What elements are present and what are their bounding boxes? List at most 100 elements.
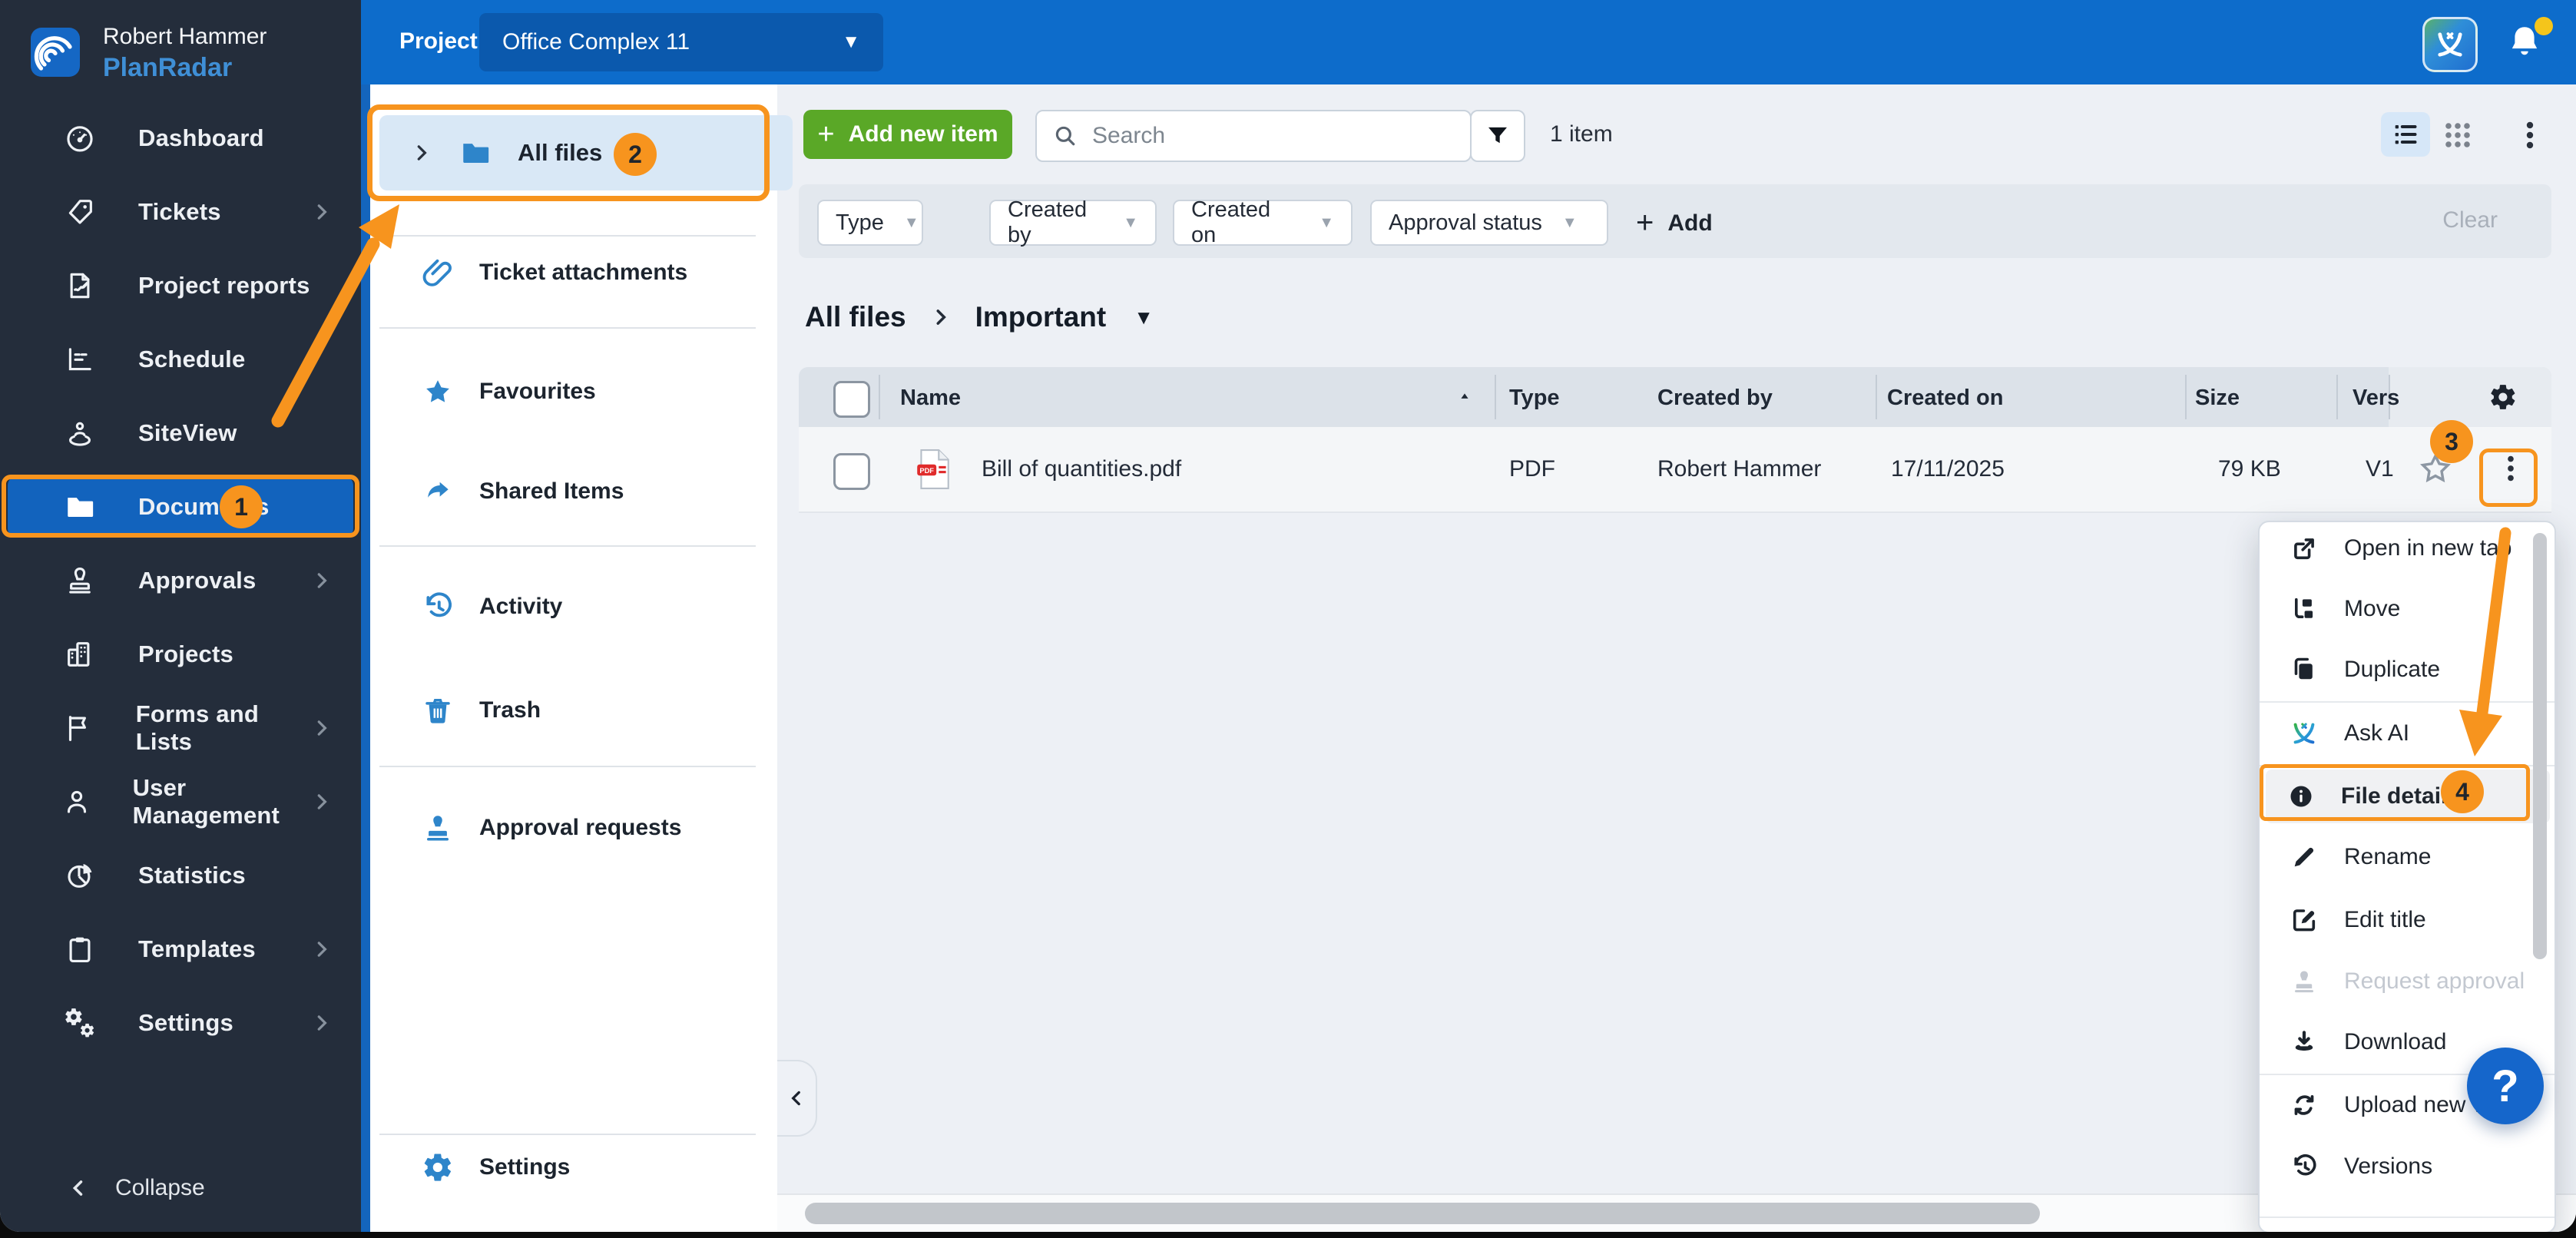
filter-pill-label: Approval status [1389,210,1542,235]
help-button[interactable]: ? [2467,1048,2544,1124]
sidebar-item-approvals[interactable]: Approvals [0,544,361,617]
clear-filters-button[interactable]: Clear [2442,207,2498,233]
file-version: V1 [2366,456,2394,482]
sidebar-item-user-management[interactable]: User Management [0,765,361,839]
column-divider [879,375,880,419]
panel-item-label: Settings [479,1154,571,1180]
breadcrumb-current[interactable]: Important [975,301,1107,333]
gears-icon [60,1007,100,1039]
divider [379,1134,756,1135]
divider [2260,765,2554,766]
filter-pill-type[interactable]: Type ▼ [817,200,923,246]
row-kebab-menu-button[interactable] [2493,449,2528,488]
filter-button[interactable] [1470,110,1525,162]
filter-pill-created-on[interactable]: Created on ▼ [1173,197,1353,247]
menu-item-move[interactable]: Move [2269,584,2544,634]
menu-item-ask-ai[interactable]: Ask AI [2269,708,2544,759]
menu-item-edit-title[interactable]: Edit title [2269,895,2544,945]
breadcrumb: All files Important ▼ [805,301,1154,333]
add-new-item-button[interactable]: + Add new item [803,110,1012,159]
menu-scrollbar-thumb[interactable] [2533,533,2547,959]
panel-item-settings[interactable]: Settings [361,1137,777,1198]
filter-pill-approval-status[interactable]: Approval status ▼ [1370,200,1608,246]
ai-assistant-button[interactable] [2422,17,2478,72]
menu-item-request-approval: Request approval [2269,956,2544,1007]
divider [379,327,756,329]
ask-ai-icon [2289,719,2319,748]
sidebar-item-project-reports[interactable]: Project reports [0,249,361,323]
ai-icon [2433,28,2467,61]
chevron-right-icon [310,717,333,740]
pencil-icon [2289,843,2319,871]
sidebar-item-siteview[interactable]: SiteView [0,396,361,470]
table-header: Name Type Created by Created on Size Ver… [799,367,2551,427]
download-icon [2289,1028,2319,1056]
chevron-right-icon [310,569,333,592]
favourite-star-button[interactable] [2418,451,2453,486]
table-row[interactable]: PDF Bill of quantities.pdf PDF Robert Ha… [799,427,2551,513]
sort-asc-icon[interactable] [1456,389,1473,405]
menu-item-versions[interactable]: Versions [2269,1141,2544,1192]
toolbar-more-button[interactable] [2511,117,2548,154]
chevron-right-icon [929,306,952,329]
column-created-on[interactable]: Created on [1887,386,2003,411]
trash-icon [418,694,458,727]
sidebar-item-projects[interactable]: Projects [0,617,361,691]
menu-item-file-details[interactable]: File details [2266,770,2550,823]
list-view-toggle[interactable] [2381,112,2430,157]
search-input[interactable] [1091,122,1455,150]
expand-chevron-icon[interactable] [410,141,433,164]
menu-item-open-in-new-tab[interactable]: Open in new tab [2269,523,2544,574]
project-selector[interactable]: Office Complex 11 ▼ [479,13,883,71]
user-icon [60,786,94,818]
menu-item-rename[interactable]: Rename [2269,832,2544,882]
panel-item-activity[interactable]: Activity [361,576,777,637]
chevron-down-icon[interactable]: ▼ [1134,306,1154,329]
sidebar-item-statistics[interactable]: Statistics [0,839,361,912]
horizontal-scrollbar-thumb[interactable] [805,1203,2040,1224]
file-created-on: 17/11/2025 [1891,456,2005,482]
search-box [1035,110,1472,162]
panel-item-shared-items[interactable]: Shared Items [361,461,777,522]
sidebar-item-documents[interactable]: Documents [8,476,353,538]
report-icon [60,270,100,302]
panel-item-approval-requests[interactable]: Approval requests [361,797,777,859]
panel-item-ticket-attachments[interactable]: Ticket attachments [361,242,777,303]
kebab-icon [2526,121,2534,149]
sidebar-item-dashboard[interactable]: Dashboard [0,101,361,175]
sidebar-item-settings[interactable]: Settings [0,986,361,1060]
chevron-down-icon: ▼ [1319,214,1334,231]
column-settings-button[interactable] [2488,382,2518,412]
sidebar-item-label: Projects [138,641,233,667]
gear-icon [418,1151,458,1183]
divider [379,545,756,547]
brand-block[interactable]: Robert Hammer PlanRadar [31,22,267,83]
column-type[interactable]: Type [1509,386,1560,411]
sidebar-collapse-button[interactable]: Collapse [68,1175,205,1201]
breadcrumb-root[interactable]: All files [805,301,906,333]
column-name[interactable]: Name [900,386,961,411]
share-arrow-icon [418,475,458,508]
panel-item-label: Approval requests [479,815,682,840]
column-created-by[interactable]: Created by [1657,386,1773,411]
add-filter-button[interactable]: + Add [1636,206,1713,240]
sidebar-item-tickets[interactable]: Tickets [0,175,361,249]
panel-item-trash[interactable]: Trash [361,680,777,741]
file-name[interactable]: Bill of quantities.pdf [982,456,1181,482]
all-files-item[interactable]: All files [379,115,793,190]
sidebar-item-templates[interactable]: Templates [0,912,361,986]
column-size[interactable]: Size [2195,386,2240,411]
row-checkbox[interactable] [833,453,870,490]
grid-view-toggle[interactable] [2439,117,2476,154]
select-all-checkbox[interactable] [833,381,870,418]
all-files-label: All files [518,139,603,166]
panel-collapse-toggle[interactable] [777,1060,817,1137]
column-version[interactable]: Vers [2353,386,2399,411]
sidebar-item-forms-and-lists[interactable]: Forms and Lists [0,691,361,765]
panel-item-favourites[interactable]: Favourites [361,361,777,422]
sidebar-item-schedule[interactable]: Schedule [0,323,361,396]
sidebar-item-label: Dashboard [138,124,264,151]
menu-item-duplicate[interactable]: Duplicate [2269,644,2544,695]
planradar-logo [31,28,80,77]
filter-pill-created-by[interactable]: Created by ▼ [989,197,1157,247]
